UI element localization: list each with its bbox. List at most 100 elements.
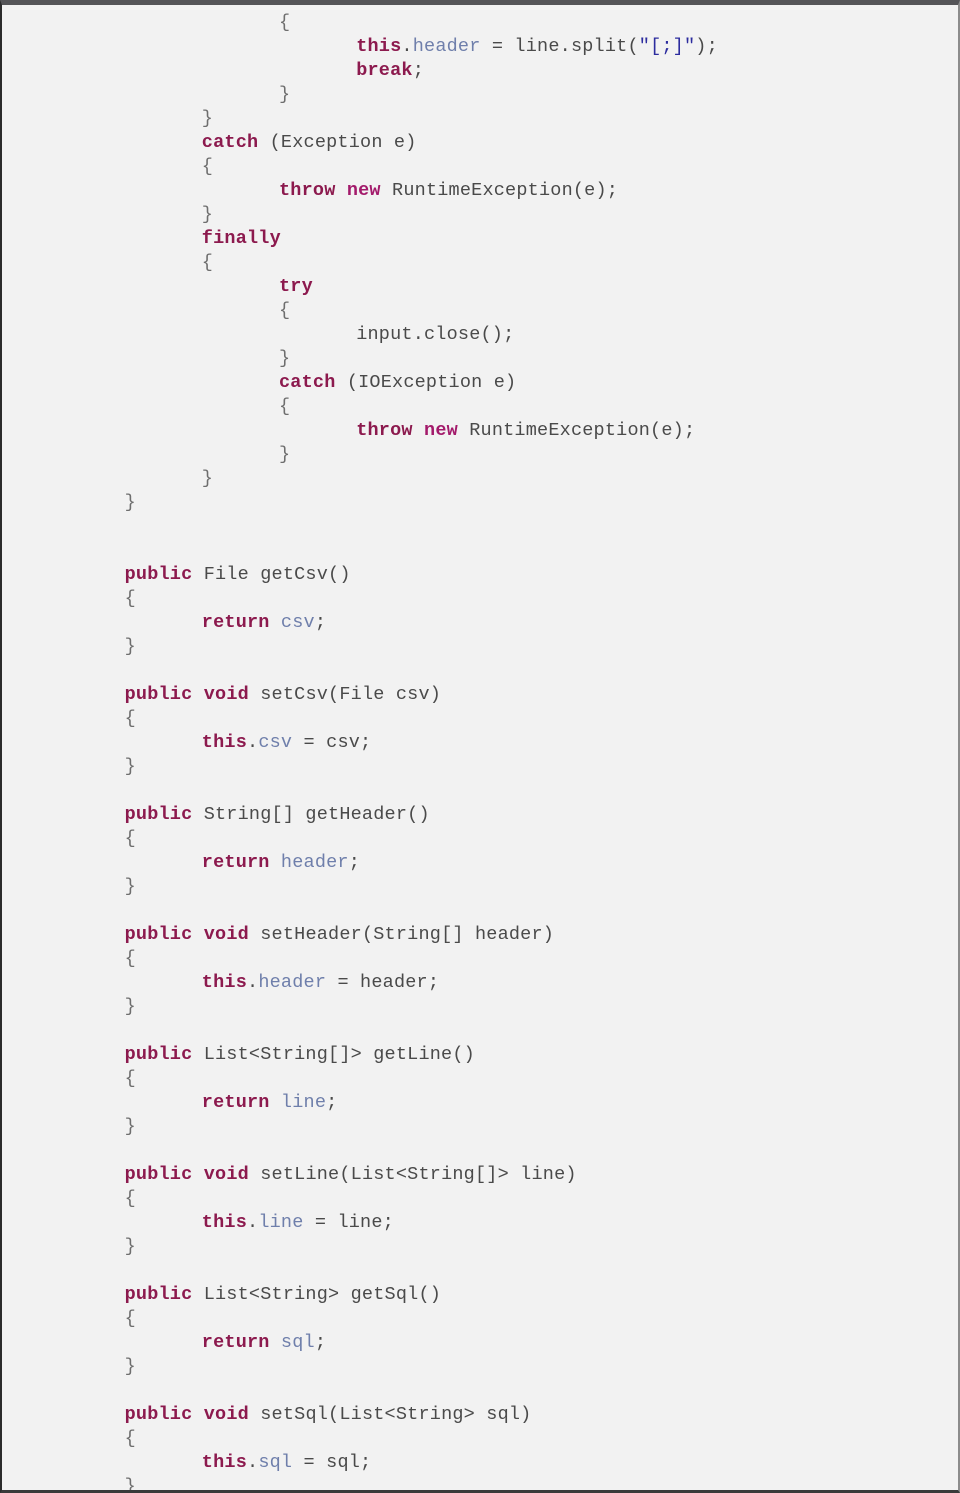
code-token-kw: catch [201,132,259,153]
code-token-pln: = header; [326,972,440,993]
code-line: return sql; [2,1331,958,1355]
code-token-kw: void [203,924,249,945]
code-line: } [2,467,958,491]
code-token-pln: . [247,1452,259,1473]
code-token-pln [192,684,203,705]
code-line: { [2,587,958,611]
code-line: this.line = line; [2,1211,958,1235]
code-token-brc: { [279,396,291,417]
code-token-kw: public [124,1044,193,1065]
code-token-fld: line [258,1212,304,1233]
code-token-kw: this [201,1212,248,1233]
code-token-brc: { [124,1308,136,1329]
code-token-brc: } [124,876,136,897]
code-token-kw: return [201,1332,270,1353]
code-token-typ: File getCsv() [192,564,351,585]
code-token-pln [192,1164,203,1185]
code-token-brc: { [124,948,136,969]
code-line: this.sql = sql; [2,1451,958,1475]
code-token-fld: line [280,1092,327,1113]
code-token-kw: public [124,924,193,945]
code-token-brc: } [279,444,291,465]
code-listing-page: {this.header = line.split("[;]"); break;}… [0,0,960,1493]
code-token-kw: return [201,852,270,873]
code-token-typ: setHeader(String[] header) [248,924,555,945]
code-token-fld: sql [280,1332,315,1353]
code-line: } [2,1235,958,1259]
code-line: } [2,347,958,371]
code-token-fld: header [280,852,349,873]
code-token-brc: } [124,492,136,513]
code-line: } [2,1355,958,1379]
code-token-brc: { [124,588,136,609]
code-token-kw: public [124,1164,193,1185]
code-token-kw: this [201,972,248,993]
code-token-typ: List<String[]> getLine() [192,1044,475,1065]
code-token-kw: try [279,276,313,297]
code-token-kw: return [201,1092,270,1113]
code-token-brc: { [124,1068,136,1089]
code-token-typ: setLine(List<String[]> line) [248,1164,577,1185]
code-line: catch (Exception e) [2,131,958,155]
code-token-pln: RuntimeException(e); [380,180,619,201]
code-token-pln: ; [314,612,327,633]
code-token-kw2: new [424,420,458,441]
code-line: return line; [2,1091,958,1115]
code-token-brc: } [279,348,291,369]
code-token-kw: public [124,1404,193,1425]
code-token-pln: ; [412,60,425,81]
code-token-pln: = csv; [292,732,372,753]
code-line: public void setLine(List<String[]> line) [2,1163,958,1187]
code-token-brc: } [124,756,136,777]
code-line: { [2,1307,958,1331]
code-line: } [2,491,958,515]
code-line: { [2,299,958,323]
code-line: { [2,155,958,179]
code-token-brc: } [279,84,291,105]
code-block: {this.header = line.split("[;]"); break;}… [2,5,958,1493]
code-token-typ: List<String> getSql() [192,1284,442,1305]
code-line: public File getCsv() [2,563,958,587]
code-line: catch (IOException e) [2,371,958,395]
code-line: } [2,1475,958,1493]
code-token-fld: sql [258,1452,293,1473]
code-line: } [2,635,958,659]
code-token-brc: { [201,252,214,273]
code-line: } [2,995,958,1019]
code-token-brc: { [124,1428,136,1449]
code-token-kw: void [203,684,249,705]
code-token-pln: . [247,972,259,993]
code-token-kw: public [124,564,193,585]
code-line: throw new RuntimeException(e); [2,179,958,203]
code-token-pln [192,1404,203,1425]
code-token-pln [413,420,424,441]
code-line: public void setCsv(File csv) [2,683,958,707]
code-token-kw2: new [346,180,381,201]
code-token-kw: return [201,612,270,633]
code-token-pln: ; [348,852,361,873]
code-line: try [2,275,958,299]
code-token-typ: setSql(List<String> sql) [248,1404,532,1425]
code-token-brc: } [124,1476,136,1493]
code-token-pln [270,612,281,633]
code-token-brc: } [124,996,136,1017]
code-token-pln: input.close(); [356,324,515,345]
code-token-pln [192,924,203,945]
code-token-pln [270,1332,281,1353]
code-token-fld: header [412,36,481,57]
code-token-pln: ; [326,1092,338,1113]
code-line: { [2,251,958,275]
code-token-pln: ; [314,1332,327,1353]
code-token-kw: finally [201,228,281,249]
code-token-pln [270,852,281,873]
code-token-pln: . [247,732,259,753]
code-token-typ: String[] getHeader() [192,804,430,825]
code-line: { [2,827,958,851]
code-line: { [2,1187,958,1211]
code-token-kw: this [356,36,402,57]
